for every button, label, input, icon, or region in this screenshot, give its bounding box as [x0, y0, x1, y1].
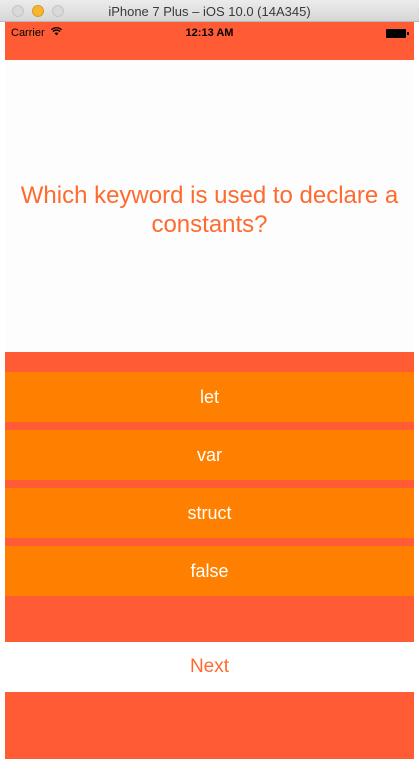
simulator-window: iPhone 7 Plus – iOS 10.0 (14A345) Carrie…: [0, 0, 419, 759]
next-button[interactable]: Next: [5, 642, 414, 692]
status-time: 12:13 AM: [185, 27, 234, 39]
answer-button-var[interactable]: var: [5, 430, 414, 480]
window-titlebar: iPhone 7 Plus – iOS 10.0 (14A345): [0, 0, 419, 22]
question-label: Which keyword is used to declare a const…: [20, 182, 399, 238]
question-panel: Which keyword is used to declare a const…: [5, 60, 414, 352]
device-screen: Carrier 12:13 AM Which keyword is used t…: [5, 22, 414, 759]
answer-button-let[interactable]: let: [5, 372, 414, 422]
window-title: iPhone 7 Plus – iOS 10.0 (14A345): [108, 4, 311, 19]
answer-button-struct[interactable]: struct: [5, 488, 414, 538]
status-bar: Carrier 12:13 AM: [5, 22, 414, 44]
answer-button-false[interactable]: false: [5, 546, 414, 596]
battery-icon: [386, 29, 409, 38]
